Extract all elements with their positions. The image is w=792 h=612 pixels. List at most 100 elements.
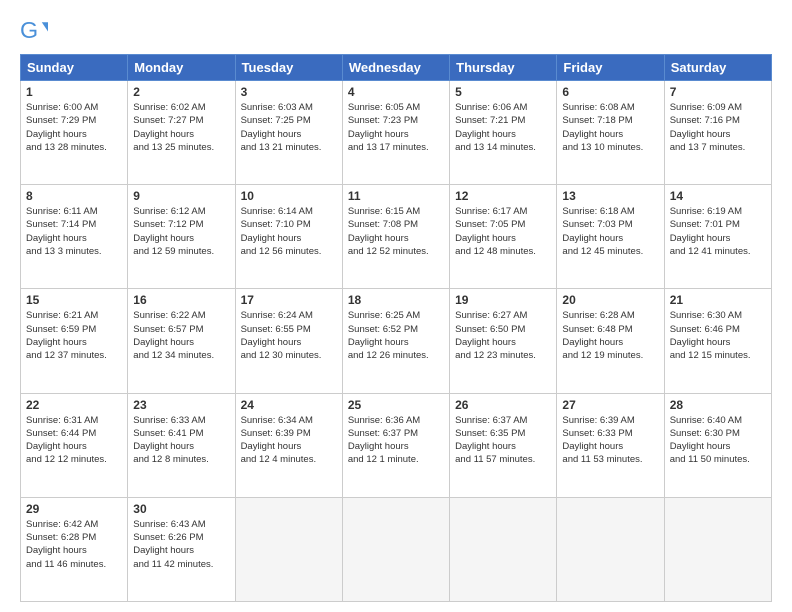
day-info: Sunrise: 6:39 AM Sunset: 6:33 PM Dayligh… (562, 414, 658, 467)
day-info: Sunrise: 6:08 AM Sunset: 7:18 PM Dayligh… (562, 101, 658, 154)
day-info: Sunrise: 6:06 AM Sunset: 7:21 PM Dayligh… (455, 101, 551, 154)
day-info: Sunrise: 6:05 AM Sunset: 7:23 PM Dayligh… (348, 101, 444, 154)
day-number: 11 (348, 189, 444, 203)
week-row: 15 Sunrise: 6:21 AM Sunset: 6:59 PM Dayl… (21, 289, 772, 393)
header-wednesday: Wednesday (342, 55, 449, 81)
table-row: 27 Sunrise: 6:39 AM Sunset: 6:33 PM Dayl… (557, 393, 664, 497)
weekday-header-row: Sunday Monday Tuesday Wednesday Thursday… (21, 55, 772, 81)
day-number: 7 (670, 85, 766, 99)
header-saturday: Saturday (664, 55, 771, 81)
calendar-table: Sunday Monday Tuesday Wednesday Thursday… (20, 54, 772, 602)
table-row: 18 Sunrise: 6:25 AM Sunset: 6:52 PM Dayl… (342, 289, 449, 393)
day-info: Sunrise: 6:14 AM Sunset: 7:10 PM Dayligh… (241, 205, 337, 258)
day-info: Sunrise: 6:03 AM Sunset: 7:25 PM Dayligh… (241, 101, 337, 154)
table-row: 4 Sunrise: 6:05 AM Sunset: 7:23 PM Dayli… (342, 81, 449, 185)
day-number: 29 (26, 502, 122, 516)
table-row: 10 Sunrise: 6:14 AM Sunset: 7:10 PM Dayl… (235, 185, 342, 289)
day-info: Sunrise: 6:37 AM Sunset: 6:35 PM Dayligh… (455, 414, 551, 467)
day-info: Sunrise: 6:30 AM Sunset: 6:46 PM Dayligh… (670, 309, 766, 362)
header-sunday: Sunday (21, 55, 128, 81)
day-info: Sunrise: 6:12 AM Sunset: 7:12 PM Dayligh… (133, 205, 229, 258)
table-row (557, 497, 664, 601)
table-row: 22 Sunrise: 6:31 AM Sunset: 6:44 PM Dayl… (21, 393, 128, 497)
table-row (235, 497, 342, 601)
day-info: Sunrise: 6:24 AM Sunset: 6:55 PM Dayligh… (241, 309, 337, 362)
day-number: 8 (26, 189, 122, 203)
day-number: 2 (133, 85, 229, 99)
day-info: Sunrise: 6:15 AM Sunset: 7:08 PM Dayligh… (348, 205, 444, 258)
day-number: 3 (241, 85, 337, 99)
header-monday: Monday (128, 55, 235, 81)
day-number: 19 (455, 293, 551, 307)
day-info: Sunrise: 6:09 AM Sunset: 7:16 PM Dayligh… (670, 101, 766, 154)
week-row: 22 Sunrise: 6:31 AM Sunset: 6:44 PM Dayl… (21, 393, 772, 497)
table-row: 20 Sunrise: 6:28 AM Sunset: 6:48 PM Dayl… (557, 289, 664, 393)
week-row: 29 Sunrise: 6:42 AM Sunset: 6:28 PM Dayl… (21, 497, 772, 601)
table-row: 1 Sunrise: 6:00 AM Sunset: 7:29 PM Dayli… (21, 81, 128, 185)
table-row: 29 Sunrise: 6:42 AM Sunset: 6:28 PM Dayl… (21, 497, 128, 601)
header-friday: Friday (557, 55, 664, 81)
day-number: 21 (670, 293, 766, 307)
header-tuesday: Tuesday (235, 55, 342, 81)
day-number: 10 (241, 189, 337, 203)
day-number: 18 (348, 293, 444, 307)
day-number: 20 (562, 293, 658, 307)
day-info: Sunrise: 6:27 AM Sunset: 6:50 PM Dayligh… (455, 309, 551, 362)
table-row (342, 497, 449, 601)
day-info: Sunrise: 6:02 AM Sunset: 7:27 PM Dayligh… (133, 101, 229, 154)
day-info: Sunrise: 6:00 AM Sunset: 7:29 PM Dayligh… (26, 101, 122, 154)
day-info: Sunrise: 6:33 AM Sunset: 6:41 PM Dayligh… (133, 414, 229, 467)
day-number: 22 (26, 398, 122, 412)
week-row: 8 Sunrise: 6:11 AM Sunset: 7:14 PM Dayli… (21, 185, 772, 289)
day-info: Sunrise: 6:11 AM Sunset: 7:14 PM Dayligh… (26, 205, 122, 258)
table-row: 16 Sunrise: 6:22 AM Sunset: 6:57 PM Dayl… (128, 289, 235, 393)
table-row: 12 Sunrise: 6:17 AM Sunset: 7:05 PM Dayl… (450, 185, 557, 289)
table-row (664, 497, 771, 601)
day-info: Sunrise: 6:36 AM Sunset: 6:37 PM Dayligh… (348, 414, 444, 467)
table-row (450, 497, 557, 601)
table-row: 11 Sunrise: 6:15 AM Sunset: 7:08 PM Dayl… (342, 185, 449, 289)
day-number: 9 (133, 189, 229, 203)
day-info: Sunrise: 6:34 AM Sunset: 6:39 PM Dayligh… (241, 414, 337, 467)
day-info: Sunrise: 6:21 AM Sunset: 6:59 PM Dayligh… (26, 309, 122, 362)
day-number: 27 (562, 398, 658, 412)
page: G Sunday Monday Tuesday Wednesday Thursd… (0, 0, 792, 612)
table-row: 24 Sunrise: 6:34 AM Sunset: 6:39 PM Dayl… (235, 393, 342, 497)
day-info: Sunrise: 6:43 AM Sunset: 6:26 PM Dayligh… (133, 518, 229, 571)
table-row: 13 Sunrise: 6:18 AM Sunset: 7:03 PM Dayl… (557, 185, 664, 289)
day-number: 14 (670, 189, 766, 203)
table-row: 6 Sunrise: 6:08 AM Sunset: 7:18 PM Dayli… (557, 81, 664, 185)
day-info: Sunrise: 6:28 AM Sunset: 6:48 PM Dayligh… (562, 309, 658, 362)
day-number: 12 (455, 189, 551, 203)
logo-icon: G (20, 16, 48, 44)
table-row: 5 Sunrise: 6:06 AM Sunset: 7:21 PM Dayli… (450, 81, 557, 185)
svg-text:G: G (20, 17, 38, 43)
day-info: Sunrise: 6:42 AM Sunset: 6:28 PM Dayligh… (26, 518, 122, 571)
day-number: 5 (455, 85, 551, 99)
table-row: 21 Sunrise: 6:30 AM Sunset: 6:46 PM Dayl… (664, 289, 771, 393)
table-row: 30 Sunrise: 6:43 AM Sunset: 6:26 PM Dayl… (128, 497, 235, 601)
day-number: 16 (133, 293, 229, 307)
day-number: 17 (241, 293, 337, 307)
table-row: 7 Sunrise: 6:09 AM Sunset: 7:16 PM Dayli… (664, 81, 771, 185)
table-row: 17 Sunrise: 6:24 AM Sunset: 6:55 PM Dayl… (235, 289, 342, 393)
day-info: Sunrise: 6:19 AM Sunset: 7:01 PM Dayligh… (670, 205, 766, 258)
day-number: 24 (241, 398, 337, 412)
day-number: 30 (133, 502, 229, 516)
day-number: 25 (348, 398, 444, 412)
day-info: Sunrise: 6:31 AM Sunset: 6:44 PM Dayligh… (26, 414, 122, 467)
day-number: 23 (133, 398, 229, 412)
day-number: 1 (26, 85, 122, 99)
table-row: 26 Sunrise: 6:37 AM Sunset: 6:35 PM Dayl… (450, 393, 557, 497)
table-row: 2 Sunrise: 6:02 AM Sunset: 7:27 PM Dayli… (128, 81, 235, 185)
table-row: 25 Sunrise: 6:36 AM Sunset: 6:37 PM Dayl… (342, 393, 449, 497)
day-info: Sunrise: 6:22 AM Sunset: 6:57 PM Dayligh… (133, 309, 229, 362)
day-number: 6 (562, 85, 658, 99)
table-row: 28 Sunrise: 6:40 AM Sunset: 6:30 PM Dayl… (664, 393, 771, 497)
day-number: 15 (26, 293, 122, 307)
day-number: 13 (562, 189, 658, 203)
table-row: 15 Sunrise: 6:21 AM Sunset: 6:59 PM Dayl… (21, 289, 128, 393)
day-info: Sunrise: 6:17 AM Sunset: 7:05 PM Dayligh… (455, 205, 551, 258)
day-info: Sunrise: 6:25 AM Sunset: 6:52 PM Dayligh… (348, 309, 444, 362)
day-number: 26 (455, 398, 551, 412)
